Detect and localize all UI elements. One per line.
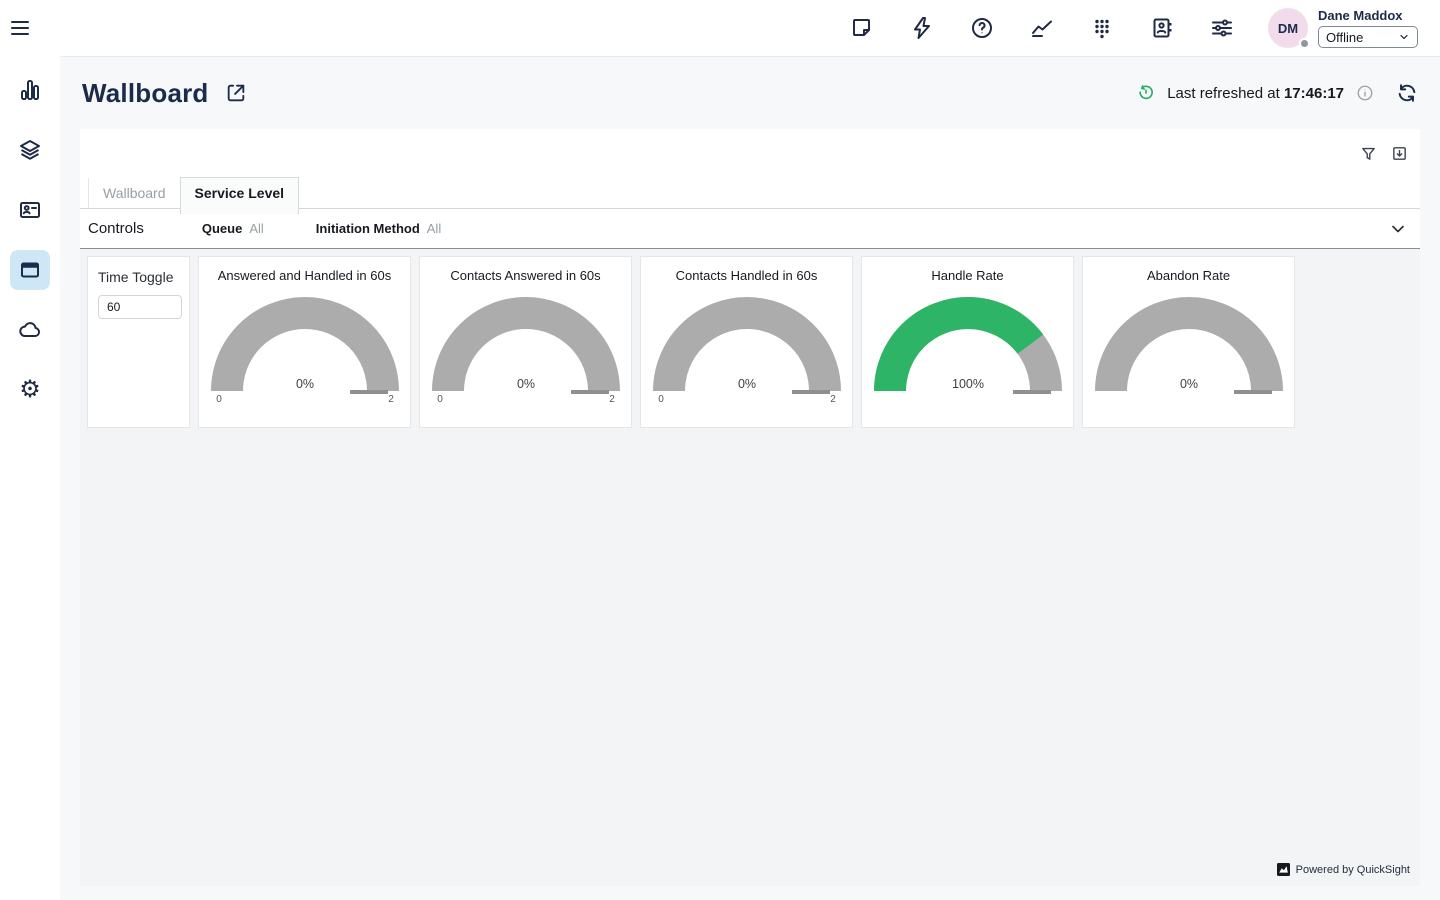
panel-toolbar <box>80 129 1420 177</box>
svg-text:2: 2 <box>388 394 394 405</box>
svg-text:0: 0 <box>658 394 664 405</box>
svg-text:0: 0 <box>437 394 443 405</box>
gauge-title: Contacts Answered in 60s <box>450 268 600 283</box>
time-toggle-card: Time Toggle <box>87 256 190 428</box>
page-title: Wallboard <box>82 78 209 109</box>
gauge-card: Answered and Handled in 60s 0% 0 2 <box>198 256 411 428</box>
svg-text:2: 2 <box>609 394 615 405</box>
svg-text:0: 0 <box>216 394 222 405</box>
chevron-down-icon <box>1398 31 1410 43</box>
help-icon[interactable] <box>970 16 994 40</box>
svg-text:0%: 0% <box>516 377 534 391</box>
sidebar-item-metrics[interactable] <box>10 70 50 110</box>
page-header: Wallboard Last refreshed at <box>60 57 1440 129</box>
gauge-chart: 100% <box>868 291 1068 407</box>
avatar[interactable]: DM <box>1268 8 1308 48</box>
gauge-title: Abandon Rate <box>1147 268 1230 283</box>
lightning-icon[interactable] <box>910 16 934 40</box>
cloud-icon <box>18 318 42 342</box>
contact-book-icon[interactable] <box>1150 16 1174 40</box>
timer-icon <box>1137 84 1155 102</box>
window-icon <box>18 258 42 282</box>
menu-icon[interactable] <box>0 8 40 48</box>
main-area: Wallboard Last refreshed at <box>60 56 1440 900</box>
filter-queue[interactable]: Queue All <box>202 221 264 236</box>
powered-by-quicksight[interactable]: Powered by QuickSight <box>1277 863 1410 876</box>
tab-bar: Wallboard Service Level <box>80 177 1420 209</box>
time-toggle-label: Time Toggle <box>98 269 179 285</box>
time-toggle-input[interactable] <box>98 295 182 319</box>
bar-chart-icon <box>18 78 42 102</box>
user-block: DM Dane Maddox Offline <box>1268 8 1418 48</box>
gauge-chart: 0% <box>1089 291 1289 407</box>
info-icon[interactable] <box>1356 84 1374 102</box>
dashboard-canvas: Time Toggle Answered and Handled in 60s … <box>80 249 1420 886</box>
collapse-controls-chevron-icon[interactable] <box>1388 219 1408 239</box>
svg-text:100%: 100% <box>952 377 984 391</box>
quicksight-logo-icon <box>1277 863 1290 876</box>
dialpad-icon[interactable] <box>1090 16 1114 40</box>
layers-icon <box>18 138 42 162</box>
gauge-chart: 0% 0 2 <box>205 291 405 407</box>
export-icon[interactable] <box>1391 145 1408 162</box>
filter-initiation-method[interactable]: Initiation Method All <box>316 221 441 236</box>
wallboard-panel: Wallboard Service Level Controls Queue A… <box>80 129 1420 886</box>
gauge-card: Contacts Answered in 60s 0% 0 2 <box>419 256 632 428</box>
status-select[interactable]: Offline <box>1318 26 1418 48</box>
sidebar-item-contacts[interactable] <box>10 190 50 230</box>
tab-wallboard[interactable]: Wallboard <box>88 178 180 208</box>
gauge-chart: 0% 0 2 <box>426 291 626 407</box>
gauge-title: Contacts Handled in 60s <box>676 268 818 283</box>
filter-icon[interactable] <box>1360 145 1377 162</box>
controls-bar: Controls Queue All Initiation Method All <box>80 209 1420 249</box>
controls-label: Controls <box>88 220 144 237</box>
gauge-card: Abandon Rate 0% <box>1082 256 1295 428</box>
top-bar: DM Dane Maddox Offline <box>0 0 1440 56</box>
sidebar-item-layers[interactable] <box>10 130 50 170</box>
last-refreshed-text: Last refreshed at 17:46:17 <box>1167 85 1344 102</box>
svg-text:2: 2 <box>830 394 836 405</box>
sidebar-item-wallboard[interactable] <box>10 250 50 290</box>
gauge-title: Handle Rate <box>931 268 1003 283</box>
note-icon[interactable] <box>850 16 874 40</box>
sidebar-item-cloud[interactable] <box>10 310 50 350</box>
topbar-icons <box>850 16 1234 40</box>
svg-text:0%: 0% <box>295 377 313 391</box>
line-chart-icon[interactable] <box>1030 16 1054 40</box>
status-dot <box>1299 38 1310 49</box>
svg-text:0%: 0% <box>1179 377 1197 391</box>
svg-text:0%: 0% <box>737 377 755 391</box>
gauge-card: Contacts Handled in 60s 0% 0 2 <box>640 256 853 428</box>
refresh-icon[interactable] <box>1396 82 1418 104</box>
gauge-card: Handle Rate 100% <box>861 256 1074 428</box>
sidebar-item-settings[interactable]: ⚙ <box>10 370 50 410</box>
sidebar: ⚙ <box>0 56 60 900</box>
user-name: Dane Maddox <box>1318 8 1418 23</box>
gear-icon: ⚙ <box>19 378 41 402</box>
sliders-icon[interactable] <box>1210 16 1234 40</box>
gauge-title: Answered and Handled in 60s <box>218 268 391 283</box>
last-refreshed-time: 17:46:17 <box>1284 85 1344 102</box>
id-card-icon <box>18 198 42 222</box>
gauge-chart: 0% 0 2 <box>647 291 847 407</box>
status-select-value: Offline <box>1326 30 1363 45</box>
external-link-icon[interactable] <box>225 82 247 104</box>
